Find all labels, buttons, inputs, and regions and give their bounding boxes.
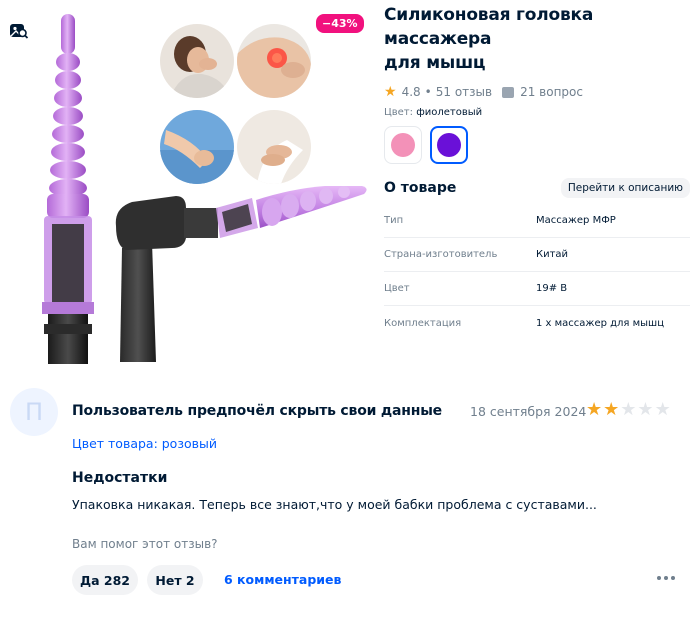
swatch-purple-dot xyxy=(437,133,461,157)
cons-heading: Недостатки xyxy=(72,470,168,486)
joint-pain-image xyxy=(237,110,311,184)
star-icon: ★ xyxy=(586,399,603,420)
avatar: П xyxy=(10,388,58,436)
dot-icon xyxy=(664,576,668,580)
cons-text: Упаковка никакая. Теперь все знают,что у… xyxy=(72,497,597,512)
review-rating-stars: ★ ★ ★ ★ ★ xyxy=(586,400,671,420)
question-icon xyxy=(502,86,515,98)
swatch-pink-dot xyxy=(391,133,415,157)
review-date: 18 сентября 2024 xyxy=(470,404,587,419)
spec-row: Комплектация 1 x массажер для мышц xyxy=(384,306,690,340)
color-swatch-pink[interactable] xyxy=(384,126,422,164)
star-icon: ★ xyxy=(654,399,671,420)
reviewer-name: Пользователь предпочёл скрыть свои данны… xyxy=(72,403,442,419)
questions-count-link[interactable]: 21 вопрос xyxy=(520,85,583,99)
spec-value[interactable]: Китай xyxy=(536,249,568,260)
product-gallery[interactable]: −43% xyxy=(0,0,372,372)
spec-row: Тип Массажер МФР xyxy=(384,204,690,238)
dot-icon xyxy=(671,576,675,580)
rating-summary: ★ 4.8 • 51 отзыв 21 вопрос xyxy=(384,83,690,101)
spec-key: Комплектация xyxy=(384,317,462,329)
discount-badge: −43% xyxy=(316,14,364,33)
star-icon: ★ xyxy=(620,399,637,420)
spec-row: Цвет 19# B xyxy=(384,272,690,306)
elbow-pain-image xyxy=(160,110,234,184)
helpful-no-button[interactable]: Нет 2 xyxy=(147,565,203,595)
spec-row: Страна-изготовитель Китай xyxy=(384,238,690,272)
go-to-description-button[interactable]: Перейти к описанию xyxy=(560,178,690,198)
spec-value[interactable]: Массажер МФР xyxy=(536,215,616,226)
star-icon: ★ xyxy=(384,84,397,100)
spec-value: 1 x массажер для мышц xyxy=(536,317,665,329)
helpful-yes-button[interactable]: Да 282 xyxy=(72,565,138,595)
helpful-question: Вам помог этот отзыв? xyxy=(72,537,218,551)
comments-link[interactable]: 6 комментариев xyxy=(224,572,341,587)
shoulder-pain-image xyxy=(237,24,311,98)
thumbnail-joint-pain[interactable] xyxy=(237,110,311,184)
spec-key: Цвет xyxy=(384,283,410,294)
rating-value: 4.8 xyxy=(401,85,421,99)
about-header: О товаре Перейти к описанию xyxy=(384,178,690,198)
star-icon: ★ xyxy=(637,399,654,420)
thumbnail-shoulder-pain[interactable] xyxy=(237,24,311,98)
spec-value: 19# B xyxy=(536,283,568,294)
product-title-line2: для мышц xyxy=(384,53,486,73)
color-swatches xyxy=(384,126,690,164)
about-title: О товаре xyxy=(384,180,457,196)
product-image-attachment xyxy=(42,14,94,364)
color-selection-label: Цвет: фиолетовый xyxy=(384,107,690,118)
product-info: Силиконовая головка массажера для мышц ★… xyxy=(384,0,690,340)
review-card: П Пользователь предпочёл скрыть свои дан… xyxy=(0,380,700,617)
review-variant-link[interactable]: Цвет товара: розовый xyxy=(72,436,217,451)
spec-key: Тип xyxy=(384,215,404,226)
product-title: Силиконовая головка массажера для мышц xyxy=(384,3,690,75)
neck-pain-image xyxy=(160,24,234,98)
color-value: фиолетовый xyxy=(416,107,483,118)
product-title-line1: Силиконовая головка массажера xyxy=(384,5,594,49)
image-search-icon xyxy=(10,24,29,39)
spec-key: Страна-изготовитель xyxy=(384,249,498,260)
specs-table: Тип Массажер МФР Страна-изготовитель Кит… xyxy=(384,204,690,340)
product-image-massage-gun xyxy=(115,186,367,362)
dot-icon xyxy=(657,576,661,580)
color-label: Цвет: xyxy=(384,107,414,118)
thumbnail-neck-pain[interactable] xyxy=(160,24,234,98)
more-options-button[interactable] xyxy=(657,576,675,580)
star-icon: ★ xyxy=(603,399,620,420)
color-swatch-purple[interactable] xyxy=(430,126,468,164)
thumbnail-elbow-pain[interactable] xyxy=(160,110,234,184)
dot-separator: • xyxy=(424,85,432,99)
reviews-count-link[interactable]: 51 отзыв xyxy=(436,85,492,99)
